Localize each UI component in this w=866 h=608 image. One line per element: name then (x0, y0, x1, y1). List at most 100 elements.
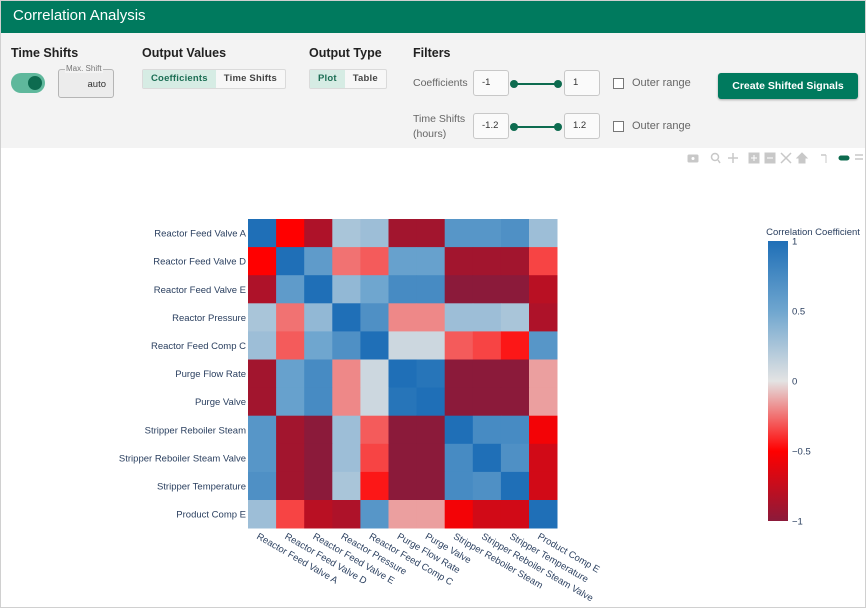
time-shifts-outer-range-checkbox[interactable] (613, 121, 624, 132)
heatmap-cell[interactable] (500, 387, 530, 417)
heatmap-cell[interactable] (248, 331, 277, 360)
heatmap-cell[interactable] (500, 247, 530, 276)
heatmap-cell[interactable] (276, 247, 305, 276)
heatmap-cell[interactable] (472, 303, 502, 332)
heatmap-cell[interactable] (444, 443, 474, 473)
heatmap-cell[interactable] (388, 443, 418, 473)
heatmap-cell[interactable] (529, 359, 558, 389)
time-shifts-max-handle[interactable] (554, 123, 562, 131)
time-shifts-min-input[interactable]: -1.2 (473, 113, 509, 139)
heatmap-cell[interactable] (444, 275, 474, 304)
heatmap-cell[interactable] (304, 275, 333, 304)
heatmap-cell[interactable] (304, 471, 333, 501)
heatmap-cell[interactable] (332, 415, 361, 445)
heatmap-cell[interactable] (332, 303, 361, 332)
heatmap-cell[interactable] (388, 500, 418, 529)
heatmap-cell[interactable] (248, 303, 277, 332)
heatmap-cell[interactable] (304, 415, 333, 445)
heatmap-cell[interactable] (472, 219, 502, 248)
coefficients-max-input[interactable]: 1 (564, 70, 600, 96)
heatmap-cell[interactable] (416, 500, 446, 529)
heatmap-cell[interactable] (444, 500, 474, 529)
heatmap-cell[interactable] (500, 415, 530, 445)
heatmap-cell[interactable] (276, 219, 305, 248)
heatmap-cell[interactable] (360, 387, 389, 417)
heatmap-cell[interactable] (500, 500, 530, 529)
heatmap-cell[interactable] (304, 303, 333, 332)
heatmap-cell[interactable] (444, 471, 474, 501)
heatmap-cell[interactable] (304, 359, 333, 389)
heatmap-cell[interactable] (360, 500, 389, 529)
heatmap-cell[interactable] (388, 303, 418, 332)
heatmap-cell[interactable] (529, 331, 558, 360)
heatmap-cell[interactable] (360, 359, 389, 389)
time-shifts-range-slider[interactable] (510, 123, 562, 131)
output-type-table[interactable]: Table (345, 70, 386, 88)
heatmap-cell[interactable] (304, 219, 333, 248)
heatmap-cell[interactable] (388, 359, 418, 389)
time-shifts-min-handle[interactable] (510, 123, 518, 131)
heatmap-cell[interactable] (360, 247, 389, 276)
heatmap-cell[interactable] (500, 331, 530, 360)
heatmap-cell[interactable] (248, 359, 277, 389)
heatmap-cell[interactable] (276, 500, 305, 529)
heatmap-cell[interactable] (416, 387, 446, 417)
heatmap-cell[interactable] (529, 275, 558, 304)
heatmap-cell[interactable] (360, 331, 389, 360)
output-values-time-shifts[interactable]: Time Shifts (216, 70, 285, 88)
heatmap-cell[interactable] (472, 387, 502, 417)
heatmap-cell[interactable] (529, 247, 558, 276)
time-shifts-toggle[interactable] (11, 73, 45, 93)
heatmap-cell[interactable] (529, 303, 558, 332)
heatmap-cell[interactable] (248, 387, 277, 417)
heatmap-cell[interactable] (248, 219, 277, 248)
heatmap-cell[interactable] (332, 471, 361, 501)
heatmap-cell[interactable] (332, 500, 361, 529)
heatmap-cell[interactable] (416, 443, 446, 473)
heatmap-cell[interactable] (472, 471, 502, 501)
heatmap-cell[interactable] (444, 387, 474, 417)
heatmap-cell[interactable] (388, 219, 418, 248)
heatmap-cell[interactable] (332, 331, 361, 360)
coefficients-outer-range-checkbox[interactable] (613, 78, 624, 89)
heatmap-cell[interactable] (472, 331, 502, 360)
heatmap-cell[interactable] (388, 331, 418, 360)
heatmap-cell[interactable] (332, 387, 361, 417)
heatmap-cell[interactable] (388, 247, 418, 276)
heatmap-cell[interactable] (444, 219, 474, 248)
heatmap-cell[interactable] (248, 415, 277, 445)
heatmap-cell[interactable] (304, 331, 333, 360)
output-type-plot[interactable]: Plot (310, 70, 345, 88)
heatmap-cell[interactable] (248, 247, 277, 276)
heatmap-cell[interactable] (500, 275, 530, 304)
heatmap-cell[interactable] (360, 303, 389, 332)
heatmap-cell[interactable] (304, 247, 333, 276)
heatmap-cell[interactable] (276, 303, 305, 332)
heatmap-cell[interactable] (332, 359, 361, 389)
coefficients-range-slider[interactable] (510, 80, 562, 88)
heatmap-cell[interactable] (248, 471, 277, 501)
heatmap-cell[interactable] (472, 275, 502, 304)
heatmap-cell[interactable] (248, 500, 277, 529)
heatmap-cell[interactable] (332, 443, 361, 473)
heatmap-cell[interactable] (332, 219, 361, 248)
heatmap-cell[interactable] (304, 387, 333, 417)
heatmap-cell[interactable] (416, 331, 446, 360)
create-shifted-signals-button[interactable]: Create Shifted Signals (718, 73, 858, 99)
heatmap-cell[interactable] (332, 247, 361, 276)
heatmap-cell[interactable] (276, 359, 305, 389)
heatmap-cell[interactable] (416, 219, 446, 248)
heatmap-cell[interactable] (416, 359, 446, 389)
heatmap-cell[interactable] (304, 500, 333, 529)
heatmap-cell[interactable] (276, 387, 305, 417)
heatmap-cell[interactable] (360, 275, 389, 304)
coefficients-min-handle[interactable] (510, 80, 518, 88)
heatmap-cell[interactable] (500, 443, 530, 473)
heatmap-cell[interactable] (529, 500, 558, 529)
heatmap-cell[interactable] (276, 331, 305, 360)
heatmap-cell[interactable] (472, 500, 502, 529)
heatmap-cell[interactable] (444, 359, 474, 389)
coefficients-min-input[interactable]: -1 (473, 70, 509, 96)
heatmap-cell[interactable] (529, 471, 558, 501)
max-shift-input[interactable]: Max. Shift auto (58, 64, 114, 98)
